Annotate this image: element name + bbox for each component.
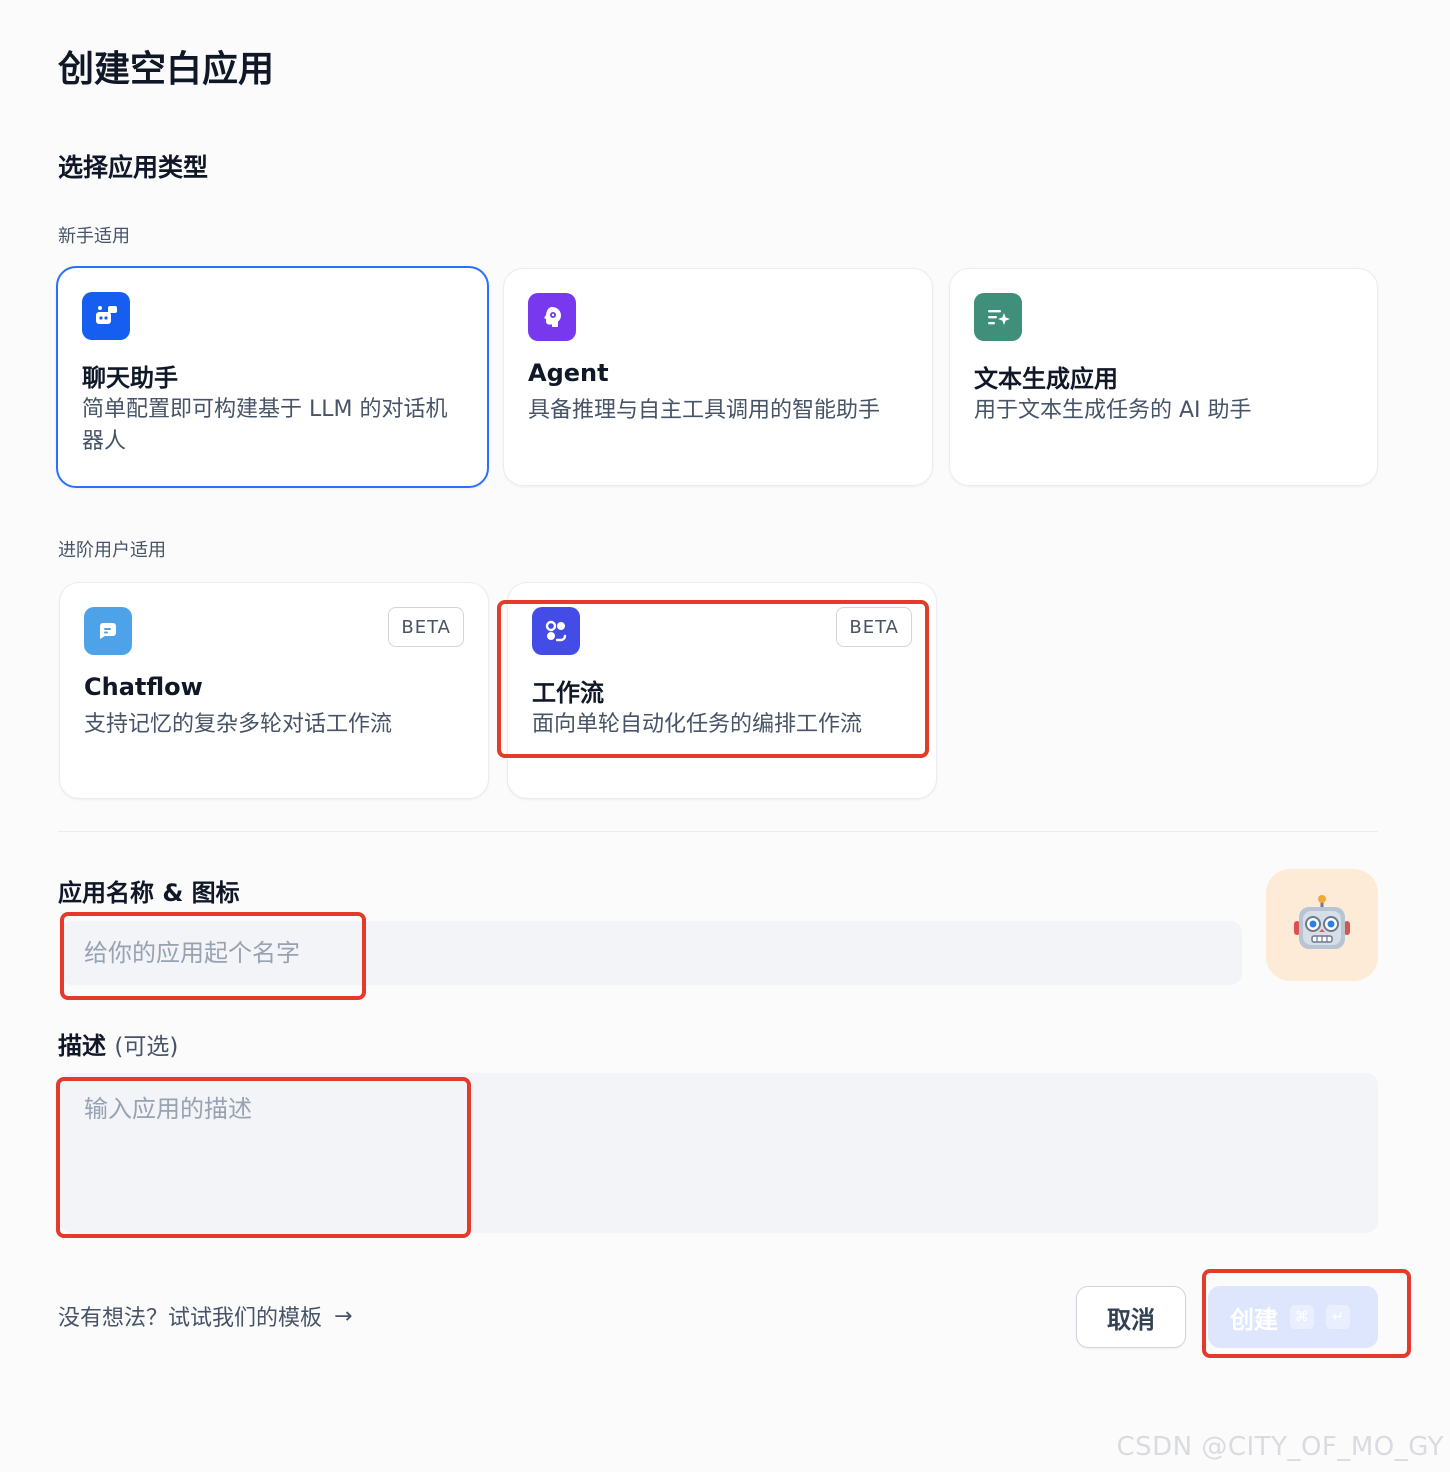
text-sparkle-icon bbox=[974, 293, 1022, 341]
workflow-icon bbox=[532, 607, 580, 655]
template-link[interactable]: 没有想法？试试我们的模板 → bbox=[58, 1300, 352, 1332]
description-optional-hint: (可选) bbox=[114, 1034, 179, 1060]
arrow-right-icon: → bbox=[334, 1303, 353, 1329]
chatflow-icon bbox=[84, 607, 132, 655]
description-label: 描述 (可选) bbox=[58, 1026, 178, 1061]
app-type-card-text-generation[interactable]: 文本生成应用 用于文本生成任务的 AI 助手 bbox=[949, 268, 1378, 486]
agent-brain-icon bbox=[528, 293, 576, 341]
beta-badge: BETA bbox=[388, 607, 464, 647]
card-desc: 用于文本生成任务的 AI 助手 bbox=[974, 398, 1252, 423]
template-link-text: 没有想法？试试我们的模板 bbox=[58, 1306, 323, 1331]
card-title: 聊天助手 bbox=[82, 364, 178, 392]
app-type-card-workflow[interactable]: BETA 工作流 面向单轮自动化任务的编排工作流 bbox=[507, 582, 937, 799]
card-desc: 面向单轮自动化任务的编排工作流 bbox=[532, 712, 863, 737]
enter-key-icon: ↵ bbox=[1326, 1305, 1350, 1329]
dialog-title: 创建空白应用 bbox=[58, 49, 275, 90]
card-desc: 支持记忆的复杂多轮对话工作流 bbox=[84, 712, 393, 737]
card-desc: 具备推理与自主工具调用的智能助手 bbox=[528, 398, 881, 423]
robot-icon bbox=[1294, 895, 1350, 949]
description-label-text: 描述 bbox=[58, 1032, 106, 1060]
group-label-advanced: 进阶用户适用 bbox=[58, 540, 166, 561]
create-button-label: 创建 bbox=[1230, 1305, 1278, 1334]
card-title: Chatflow bbox=[84, 673, 203, 701]
app-type-card-chatflow[interactable]: BETA Chatflow 支持记忆的复杂多轮对话工作流 bbox=[59, 582, 489, 799]
cancel-button[interactable]: 取消 bbox=[1076, 1286, 1186, 1348]
create-button[interactable]: 创建 ⌘ ↵ bbox=[1208, 1286, 1378, 1348]
card-desc: 简单配置即可构建基于 LLM 的对话机器人 bbox=[82, 397, 448, 454]
command-key-icon: ⌘ bbox=[1290, 1305, 1314, 1329]
chat-bot-icon bbox=[82, 292, 130, 340]
app-type-card-chat[interactable]: 聊天助手 简单配置即可构建基于 LLM 的对话机器人 bbox=[56, 266, 489, 488]
divider bbox=[58, 831, 1378, 832]
card-title: 工作流 bbox=[532, 679, 604, 707]
description-textarea[interactable] bbox=[60, 1073, 1378, 1233]
card-title: 文本生成应用 bbox=[974, 365, 1118, 393]
app-type-card-agent[interactable]: Agent 具备推理与自主工具调用的智能助手 bbox=[503, 268, 933, 486]
beta-badge: BETA bbox=[836, 607, 912, 647]
card-title: Agent bbox=[528, 359, 609, 387]
section-title: 选择应用类型 bbox=[58, 153, 209, 182]
app-icon-picker[interactable] bbox=[1266, 869, 1378, 981]
app-name-input[interactable] bbox=[60, 921, 1242, 985]
watermark: CSDN @CITY_OF_MO_GY bbox=[1116, 1432, 1444, 1462]
group-label-beginner: 新手适用 bbox=[58, 226, 130, 247]
app-name-label: 应用名称 & 图标 bbox=[58, 879, 240, 907]
